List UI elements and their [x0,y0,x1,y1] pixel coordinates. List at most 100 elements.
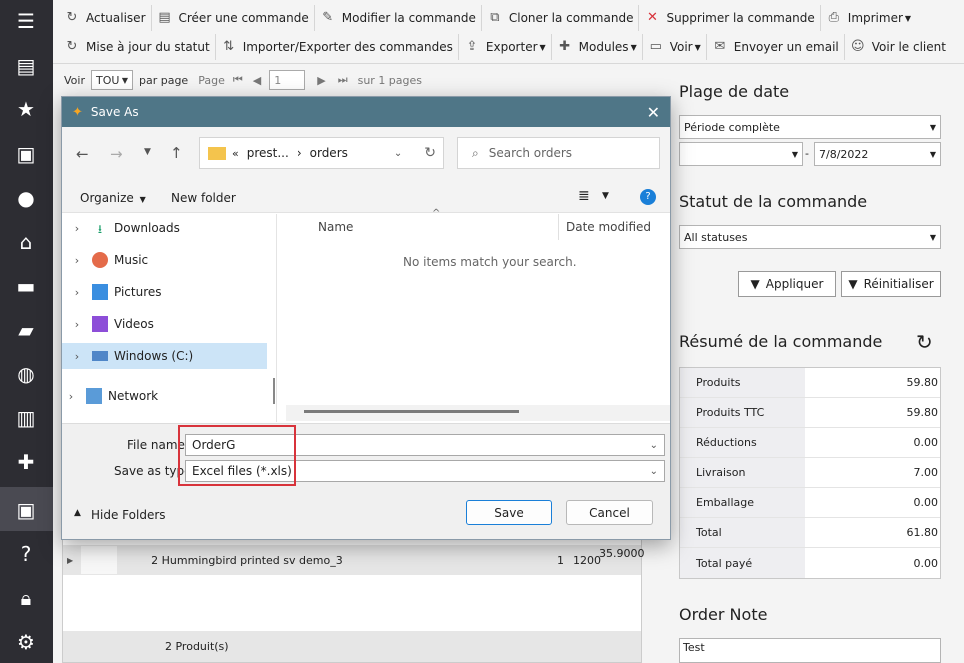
per-page-select[interactable]: TOU ▼ [90,70,133,90]
hide-folders-button[interactable]: Hide Folders [91,508,166,522]
refresh-button[interactable]: ↻ Actualiser [59,5,152,31]
view-button[interactable]: ▭ Voir ▼ [643,34,707,60]
tree-item-network[interactable]: › Network [56,383,261,409]
tree-item-videos[interactable]: › Videos [62,311,267,337]
table-row[interactable]: ▶ 2 Hummingbird printed sv demo_3 1 1200… [63,545,645,575]
breadcrumb-overflow[interactable]: « [232,147,239,160]
tree-item-pictures[interactable]: › Pictures [62,279,267,305]
scrollbar-thumb[interactable] [304,410,519,413]
date-to-input[interactable]: 7/8/2022 ▼ [814,142,941,166]
next-page-icon[interactable]: ▶ [317,74,325,87]
product-qty: 1 [557,553,564,567]
order-status-select[interactable]: All statuses ▼ [679,225,941,249]
tree-item-downloads[interactable]: › ⭳ Downloads [62,215,267,241]
chevron-down-icon[interactable]: ▼ [602,191,609,201]
chevron-right-icon[interactable]: › [62,254,92,267]
star-icon[interactable]: ★ [13,96,39,122]
puzzle-icon[interactable]: ✚ [13,449,39,475]
tree-item-music[interactable]: › Music [62,247,267,273]
expand-icon[interactable]: ▶ [67,556,73,565]
close-icon[interactable]: ✕ [647,103,660,122]
save-as-dialog: ✦ Save As ✕ ← → ▼ ↑ « prest... › orders … [61,96,671,540]
page-input[interactable]: 1 [269,70,306,90]
tree-scrollbar[interactable] [273,378,275,404]
chevron-right-icon[interactable]: › [62,350,92,363]
reset-button[interactable]: ▼ Réinitialiser [841,271,941,297]
edit-order-button[interactable]: ✎ Modifier la commande [315,5,482,31]
chevron-right-icon[interactable]: › [62,318,92,331]
column-name[interactable]: Name [318,220,353,234]
truck-icon[interactable]: ▰ [13,317,39,343]
last-page-icon[interactable]: ⏭ [338,73,348,87]
order-note-field[interactable]: Test [679,638,941,663]
chevron-down-icon[interactable]: ⌄ [650,440,658,451]
par-page-label: par page [138,73,189,87]
import-export-button[interactable]: ⇅ Importer/Exporter des commandes [216,34,459,60]
print-button[interactable]: ⎙ Imprimer ▼ [821,5,916,31]
breadcrumb-item[interactable]: orders [310,146,348,160]
orders-icon[interactable]: ▣ [13,497,39,523]
refresh-icon[interactable]: ↻ [916,330,933,354]
user-icon[interactable]: ● [13,185,39,211]
first-page-icon[interactable]: ⏮ [233,73,243,87]
basket-icon[interactable]: ⌂ [13,229,39,255]
view-options-icon[interactable]: ≣ [578,188,590,204]
date-range-select[interactable]: Période complète ▼ [679,115,941,139]
stats-icon[interactable]: ▥ [13,405,39,431]
summary-row: Emballage 0.00 [680,488,940,518]
organize-button[interactable]: Organize ▼ [80,191,146,205]
cancel-button[interactable]: Cancel [566,500,653,525]
export-button[interactable]: ⇪ Exporter ▼ [459,34,552,60]
prev-page-icon[interactable]: ◀ [253,74,261,87]
chevron-right-icon[interactable]: › [62,222,92,235]
horizontal-scrollbar[interactable] [286,405,670,421]
view-customer-button[interactable]: ☺ Voir le client [845,34,951,60]
summary-row: Livraison 7.00 [680,458,940,488]
settings-icon[interactable]: ⚙ [13,629,39,655]
chevron-right-icon[interactable]: › [62,286,92,299]
chevron-down-icon: ▼ [121,75,128,85]
menu-icon[interactable]: ☰ [13,8,39,34]
refresh-icon: ↻ [66,10,78,25]
back-arrow-icon[interactable]: ← [76,145,89,163]
forward-arrow-icon[interactable]: → [110,145,123,163]
help-icon[interactable]: ? [13,541,39,567]
chevron-up-icon[interactable]: ▲ [74,508,81,518]
column-date-modified[interactable]: Date modified [566,220,651,234]
clone-order-button[interactable]: ⧉ Cloner la commande [482,5,640,31]
modules-button[interactable]: ✚ Modules ▼ [552,34,643,60]
printer-icon: ⎙ [828,10,839,25]
refresh-icon[interactable]: ↻ [424,145,436,161]
download-icon: ⭳ [97,222,103,236]
delete-order-button[interactable]: ✕ Supprimer la commande [639,5,821,31]
up-arrow-icon[interactable]: ↑ [170,144,183,162]
lock-icon[interactable]: 🔒︎ [13,585,39,611]
address-bar[interactable]: « prest... › orders ⌄ ↻ [199,137,444,169]
videos-icon [92,316,108,332]
apply-button[interactable]: ▼ Appliquer [738,271,836,297]
chevron-down-icon: ▼ [694,42,701,52]
new-folder-button[interactable]: New folder [171,191,236,205]
inbox-icon[interactable]: ▣ [13,141,39,167]
save-form: File name OrderG ⌄ Save as type Excel fil… [62,423,670,539]
recent-locations-icon[interactable]: ▼ [144,147,151,157]
create-order-button[interactable]: ▤ Créer une commande [152,5,315,31]
product-price: 35.9000 [599,547,645,560]
chevron-right-icon[interactable]: › [56,390,86,403]
chevron-down-icon[interactable]: ⌄ [394,148,402,159]
breadcrumb-item[interactable]: prest... [247,146,289,160]
chevron-down-icon[interactable]: ⌄ [650,466,658,477]
send-email-button[interactable]: ✉ Envoyer un email [707,34,845,60]
store-icon[interactable]: ▤ [13,53,39,79]
pencil-icon: ✎ [322,10,334,25]
update-status-button[interactable]: ↻ Mise à jour du statut [59,34,216,60]
chevron-down-icon: ▼ [929,232,936,242]
tree-item-windows-c[interactable]: › Windows (C:) [62,343,267,369]
search-box[interactable]: ⌕ Search orders [457,137,660,169]
help-icon[interactable]: ? [640,189,656,205]
save-button[interactable]: Save [466,500,552,525]
search-input[interactable]: Search orders [489,146,572,160]
message-icon[interactable]: ▬ [13,273,39,299]
globe-icon[interactable]: ◍ [13,361,39,387]
date-from-input[interactable]: ▼ [679,142,803,166]
